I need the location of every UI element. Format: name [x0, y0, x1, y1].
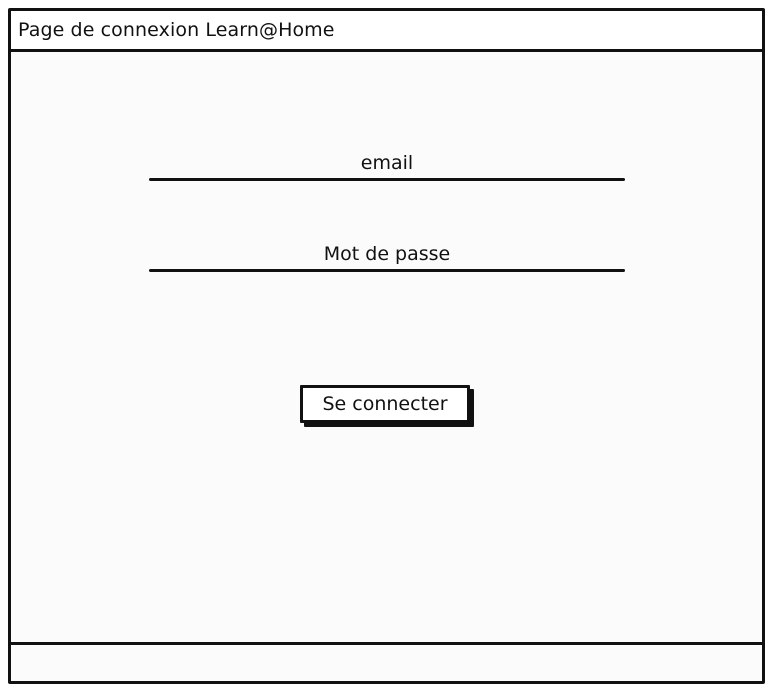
footer-bar	[11, 642, 762, 681]
password-field-group	[149, 238, 625, 272]
email-underline	[149, 178, 625, 181]
login-button[interactable]: Se connecter	[300, 385, 470, 423]
email-field[interactable]	[149, 147, 625, 178]
password-underline	[149, 269, 625, 272]
window-title: Page de connexion Learn@Home	[18, 19, 335, 41]
login-window: Page de connexion Learn@Home Se connecte…	[8, 8, 765, 684]
password-field[interactable]	[149, 238, 625, 269]
email-field-group	[149, 147, 625, 181]
title-bar: Page de connexion Learn@Home	[11, 11, 762, 52]
